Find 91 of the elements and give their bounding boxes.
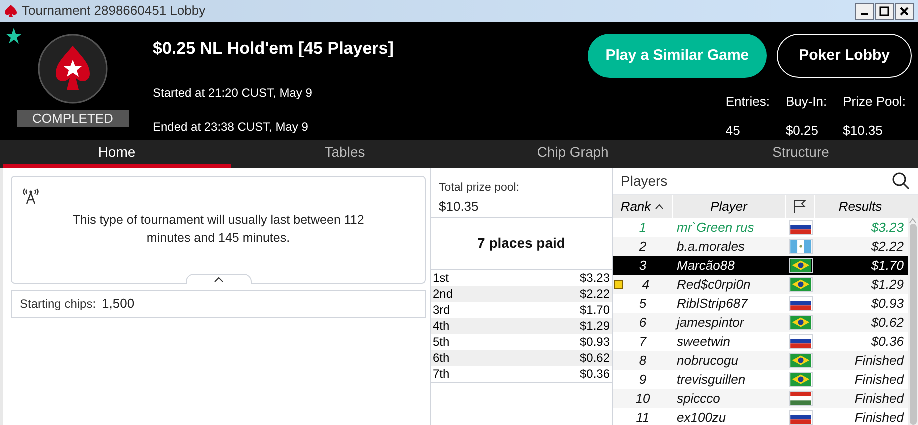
maximize-button[interactable] (875, 2, 894, 20)
close-icon (899, 6, 910, 16)
status-banner: COMPLETED (16, 110, 130, 127)
tab[interactable]: Tables (231, 140, 459, 168)
start-time: Started at 21:20 CUST, May 9 (153, 84, 314, 102)
player-row[interactable]: 6 jamespintor $0.62 (613, 313, 908, 332)
caret-icon (214, 276, 224, 282)
player-name: sweetwin (676, 332, 732, 351)
lobby-button[interactable]: Poker Lobby (777, 34, 912, 78)
player-name: nobrucogu (676, 352, 740, 370)
rank-cell-text: 10 (634, 390, 652, 408)
player-row[interactable]: 8 nobrucogu Finished (613, 351, 908, 370)
player-name: spiccco (676, 390, 722, 408)
amount-cell: $0.93 (580, 334, 610, 350)
minimize-icon (861, 13, 868, 15)
place-cell: 3rd (433, 302, 450, 318)
place-cell: 1st (433, 270, 450, 286)
player-name: trevisguillen (676, 370, 747, 389)
player-name: jamespintor (674, 314, 746, 332)
player-name: Marcão88 (676, 256, 736, 275)
player-name: b.a.morales (676, 238, 746, 256)
end-time: Ended at 23:38 CUST, May 9 (153, 118, 310, 136)
rank-cell-text: 11 (635, 408, 651, 425)
result-cell-text: $2.22 (870, 238, 905, 256)
rank-cell-text: 2 (638, 238, 648, 256)
result-cell-text: Finished (854, 408, 906, 425)
logo-icon (38, 34, 108, 104)
stat-value: 45 (726, 122, 742, 140)
spade-icon (4, 4, 18, 18)
antenna-icon (22, 187, 40, 205)
place-cell: 5th (433, 334, 450, 350)
result-cell-text: $1.29 (870, 276, 905, 294)
result-cell-text: $0.36 (870, 332, 905, 351)
place-cell: 2nd (433, 286, 454, 302)
player-row[interactable]: 4 Red$c0rpi0n $1.29 (613, 275, 908, 294)
column-header[interactable]: Results (815, 195, 906, 218)
amount-cell: $2.22 (580, 286, 610, 302)
stat-label: Entries: (726, 93, 770, 111)
rank-cell-text: 1 (638, 218, 648, 237)
player-row[interactable]: 3 Marcão88 $1.70 (613, 256, 908, 275)
total-prize-value: $10.35 (439, 198, 480, 216)
stat-value: $0.25 (786, 122, 820, 140)
rank-cell-text: 7 (638, 332, 648, 351)
result-cell-text: $3.23 (870, 218, 905, 237)
stat-label: Prize Pool: (843, 93, 906, 111)
result-cell-text: $0.62 (870, 314, 905, 332)
amount-cell: $3.23 (580, 270, 610, 286)
player-name: ex100zu (676, 408, 728, 425)
player-name: RiblStrip687 (676, 294, 750, 313)
amount-cell: $1.29 (580, 318, 610, 334)
rank-cell-text: 3 (638, 256, 648, 275)
rank-cell-text: 9 (638, 370, 648, 389)
amount-cell: $1.70 (580, 302, 610, 318)
place-cell: 4th (433, 318, 450, 334)
sort-ascending-icon (655, 204, 664, 210)
result-cell-text: Finished (854, 370, 906, 389)
star-icon[interactable] (6, 28, 22, 44)
starting-chips-value: 1,500 (102, 295, 135, 314)
duration-text: This type of tournament will usually last between 112 minutes and 145 minutes. (72, 212, 366, 247)
flag-outline-icon (794, 200, 806, 213)
minimize-button[interactable] (855, 2, 874, 20)
result-cell-text: $1.70 (870, 256, 905, 275)
stat-value: $10.35 (843, 122, 884, 140)
search-icon[interactable] (892, 172, 910, 190)
scrollbar[interactable] (908, 218, 918, 425)
result-cell-text: $0.93 (870, 294, 905, 313)
amount-cell: $0.62 (580, 350, 610, 366)
starting-chips-label: Starting chips: (20, 296, 96, 313)
rank-cell-text: 5 (638, 294, 648, 313)
place-cell: 7th (433, 366, 450, 382)
player-name: Red$c0rpi0n (676, 276, 752, 294)
player-row[interactable]: 2 b.a.morales $2.22 (613, 237, 908, 256)
places-paid: 7 places paid (478, 234, 566, 253)
result-cell-text: Finished (854, 352, 906, 370)
tab[interactable]: Structure (687, 140, 915, 168)
window-title: Tournament 2898660451 Lobby (22, 2, 206, 20)
players-title: Players (621, 172, 668, 191)
rank-cell-text: 8 (638, 352, 648, 370)
player-name: mr`Green rus (676, 218, 756, 237)
total-prize-label: Total prize pool: (439, 181, 521, 196)
tournament-title: $0.25 NL Hold'em [45 Players] (153, 38, 394, 60)
place-cell: 6th (433, 350, 450, 366)
result-cell-text: Finished (854, 390, 906, 408)
rank-cell-text: 6 (638, 314, 648, 332)
maximize-icon (879, 6, 890, 16)
player-row[interactable]: 10 spiccco Finished (613, 389, 908, 408)
rank-cell-text: 4 (641, 276, 651, 294)
close-button[interactable] (895, 2, 914, 20)
amount-cell: $0.36 (580, 366, 610, 382)
stat-label: Buy-In: (786, 93, 828, 111)
tab[interactable]: Chip Graph (459, 140, 687, 168)
